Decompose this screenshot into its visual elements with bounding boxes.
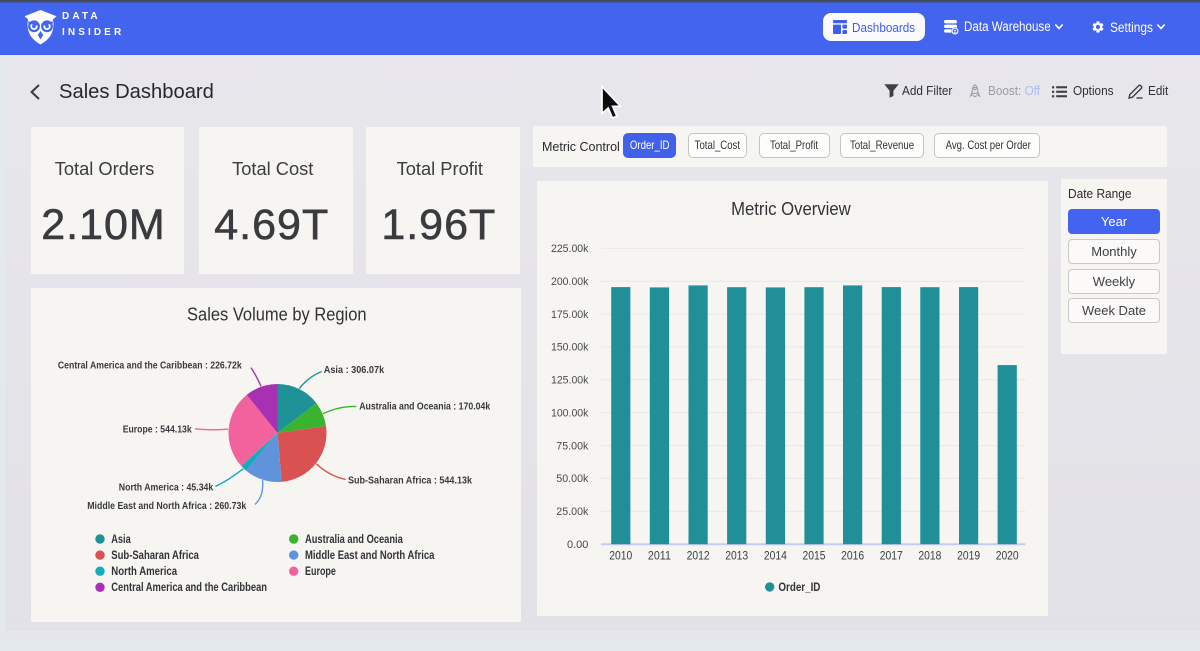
svg-text:225.00k: 225.00k	[551, 243, 589, 255]
svg-text:150.00k: 150.00k	[551, 341, 589, 353]
svg-text:North America : 45.34k: North America : 45.34k	[119, 481, 214, 493]
svg-text:2013: 2013	[725, 548, 748, 562]
svg-text:Europe: Europe	[305, 566, 336, 578]
svg-text:2014: 2014	[763, 548, 786, 562]
svg-text:Australia and Oceania : 170.04: Australia and Oceania : 170.04k	[359, 400, 490, 412]
svg-text:Central America and the Caribb: Central America and the Caribbean	[111, 582, 267, 594]
svg-text:2017: 2017	[879, 548, 902, 562]
svg-text:2019: 2019	[957, 548, 980, 562]
svg-text:Sub-Saharan Africa: Sub-Saharan Africa	[111, 549, 199, 561]
svg-text:2015: 2015	[802, 548, 825, 562]
svg-text:200.00k: 200.00k	[551, 276, 589, 288]
svg-text:2016: 2016	[841, 548, 864, 562]
svg-text:125.00k: 125.00k	[551, 374, 589, 386]
svg-text:Australia and Oceania: Australia and Oceania	[305, 533, 403, 545]
svg-text:100.00k: 100.00k	[551, 407, 589, 419]
svg-text:Order_ID: Order_ID	[778, 581, 820, 593]
svg-text:0.00: 0.00	[567, 539, 588, 551]
svg-text:Central America and the Caribb: Central America and the Caribbean : 226.…	[58, 359, 242, 371]
svg-text:2010: 2010	[609, 548, 632, 562]
svg-text:Sub-Saharan Africa : 544.13k: Sub-Saharan Africa : 544.13k	[348, 474, 472, 486]
svg-text:2018: 2018	[918, 548, 941, 562]
svg-text:75.00k: 75.00k	[556, 440, 589, 452]
svg-text:North America: North America	[111, 566, 177, 578]
svg-text:25.00k: 25.00k	[556, 506, 589, 518]
svg-text:Asia: Asia	[111, 533, 131, 545]
svg-text:Europe : 544.13k: Europe : 544.13k	[123, 423, 192, 435]
svg-text:Middle East and North Africa :: Middle East and North Africa : 260.73k	[87, 500, 246, 512]
svg-text:Metric Overview: Metric Overview	[731, 199, 852, 219]
svg-text:Asia : 306.07k: Asia : 306.07k	[324, 364, 385, 376]
svg-text:175.00k: 175.00k	[551, 308, 589, 320]
svg-text:Middle East and North Africa: Middle East and North Africa	[305, 549, 435, 561]
svg-text:50.00k: 50.00k	[556, 473, 589, 485]
svg-text:2011: 2011	[647, 548, 670, 562]
svg-text:2012: 2012	[686, 548, 709, 562]
svg-text:2020: 2020	[995, 548, 1018, 562]
svg-text:Sales Volume by Region: Sales Volume by Region	[187, 304, 367, 324]
